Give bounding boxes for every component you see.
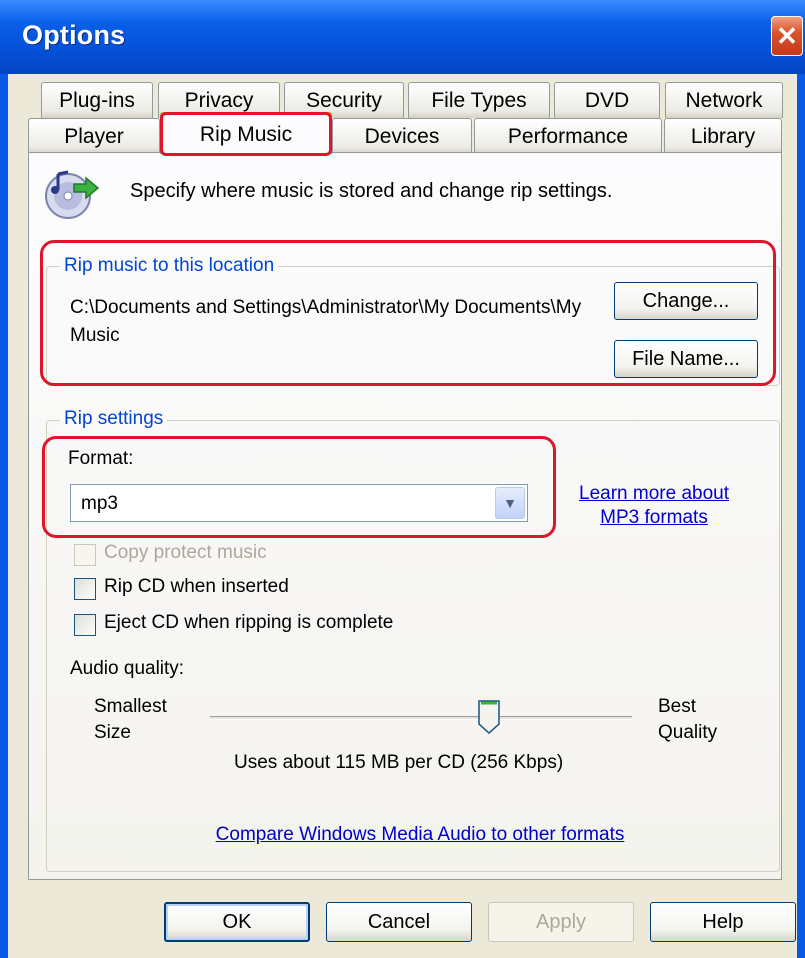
audio-usage-text: Uses about 115 MB per CD (256 Kbps) (234, 752, 564, 773)
compare-formats-link[interactable]: Compare Windows Media Audio to other for… (190, 824, 650, 846)
audio-quality-slider-track[interactable] (210, 716, 632, 720)
change-button[interactable]: Change... (614, 282, 758, 320)
copy-protect-checkbox[interactable] (74, 544, 96, 566)
tab-network[interactable]: Network (665, 82, 783, 118)
smallest-line2: Size (94, 722, 131, 743)
cancel-button[interactable]: Cancel (326, 902, 472, 942)
tab-rip-music[interactable]: Rip Music (160, 112, 332, 154)
smallest-size-label: Smallest Size (94, 694, 167, 746)
window-title: Options (22, 20, 126, 50)
smallest-line1: Smallest (94, 696, 167, 717)
learn-more-line1[interactable]: Learn more about (564, 482, 744, 506)
learn-more-mp3-link[interactable]: Learn more about MP3 formats (564, 482, 744, 530)
tab-plug-ins[interactable]: Plug-ins (41, 82, 153, 118)
audio-quality-label: Audio quality: (70, 658, 185, 679)
best-quality-label: Best Quality (658, 694, 717, 746)
tab-devices[interactable]: Devices (332, 118, 472, 154)
rip-location-path: C:\Documents and Settings\Administrator\… (70, 297, 582, 346)
options-window: Options ✕ Plug-ins Privacy Security File… (0, 0, 805, 958)
copy-protect-label: Copy protect music (104, 542, 267, 563)
title-bar[interactable]: Options ✕ (0, 0, 805, 74)
learn-more-line2[interactable]: MP3 formats (564, 506, 744, 530)
file-name-button[interactable]: File Name... (614, 340, 758, 378)
close-button[interactable]: ✕ (771, 16, 803, 56)
tab-dvd[interactable]: DVD (554, 82, 660, 118)
eject-cd-checkbox[interactable] (74, 614, 96, 636)
window-border-left (0, 74, 8, 958)
best-line2: Quality (658, 722, 718, 743)
format-dropdown-value: mp3 (81, 493, 118, 514)
tab-file-types[interactable]: File Types (408, 82, 550, 118)
format-dropdown[interactable]: mp3 ▼ (70, 484, 528, 522)
help-button[interactable]: Help (650, 902, 796, 942)
best-line1: Best (658, 696, 697, 717)
rip-cd-inserted-label: Rip CD when inserted (104, 576, 289, 597)
tab-player[interactable]: Player (28, 118, 160, 154)
tab-library[interactable]: Library (664, 118, 782, 154)
window-border-right (797, 74, 805, 958)
rip-settings-group-title: Rip settings (60, 408, 168, 430)
format-label: Format: (68, 448, 134, 469)
chevron-down-icon[interactable]: ▼ (495, 487, 525, 519)
rip-cd-inserted-checkbox[interactable] (74, 578, 96, 600)
ok-button[interactable]: OK (164, 902, 310, 942)
location-group-title: Rip music to this location (60, 255, 279, 277)
tab-performance[interactable]: Performance (474, 118, 662, 154)
apply-button[interactable]: Apply (488, 902, 634, 942)
rip-music-icon (45, 170, 100, 219)
close-icon: ✕ (776, 20, 798, 51)
eject-cd-label: Eject CD when ripping is complete (104, 612, 394, 633)
header-description: Specify where music is stored and change… (130, 180, 613, 202)
audio-quality-slider-thumb[interactable] (478, 700, 500, 734)
